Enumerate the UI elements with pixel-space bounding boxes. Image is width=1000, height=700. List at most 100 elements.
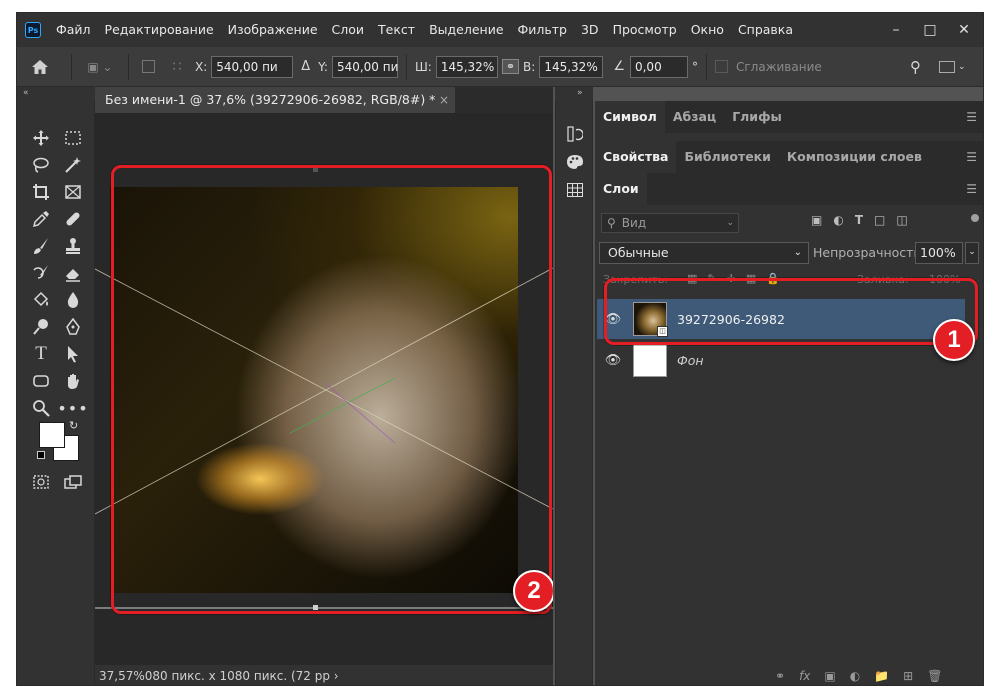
canvas-area[interactable]: 2 (95, 113, 553, 665)
menu-3d[interactable]: 3D (574, 13, 606, 47)
layers-panel-tabs: Слои ☰ (595, 173, 983, 205)
menu-select[interactable]: Выделение (422, 13, 510, 47)
zoom-tool-icon[interactable] (30, 397, 52, 419)
menu-image[interactable]: Изображение (221, 13, 325, 47)
opacity-field[interactable]: 100% (915, 242, 963, 264)
layer-row[interactable]: 👁 Фон (597, 340, 965, 380)
panel-menu-icon[interactable]: ☰ (966, 182, 977, 196)
menu-help[interactable]: Справка (731, 13, 800, 47)
path-selection-icon[interactable] (62, 343, 84, 365)
link-layers-icon[interactable]: ⚭ (775, 669, 785, 683)
foreground-color-swatch[interactable] (39, 422, 65, 448)
antialias-checkbox[interactable] (714, 47, 728, 87)
new-layer-icon[interactable]: ⊞ (903, 669, 913, 683)
fx-icon[interactable]: fx (799, 669, 810, 683)
lasso-tool-icon[interactable] (30, 154, 52, 176)
adjustment-layer-icon[interactable]: ◐ (850, 669, 860, 683)
more-tools-icon[interactable]: ••• (57, 397, 87, 419)
opacity-dropdown-icon[interactable]: ⌄ (965, 242, 979, 264)
minipanel-collapse-icon[interactable]: » (555, 87, 593, 101)
close-document-icon[interactable]: × (439, 87, 449, 113)
eyedropper-icon[interactable] (30, 208, 52, 230)
menu-file[interactable]: Файл (49, 13, 98, 47)
maximize-icon[interactable]: □ (913, 13, 947, 47)
reference-checkbox[interactable] (137, 47, 159, 87)
reference-point-icon[interactable]: ▣ ⌄ (80, 47, 120, 87)
menu-type[interactable]: Текст (371, 13, 422, 47)
eraser-tool-icon[interactable] (62, 262, 84, 284)
menu-bar: Ps Файл Редактирование Изображение Слои … (17, 13, 983, 47)
filter-type-icon[interactable]: T (855, 213, 863, 227)
tab-libraries[interactable]: Библиотеки (676, 141, 778, 173)
visibility-eye-icon[interactable]: 👁 (603, 353, 623, 368)
workspace-icon[interactable]: ⌄ (939, 47, 966, 87)
filter-shape-icon[interactable]: □ (874, 213, 885, 227)
menu-edit[interactable]: Редактирование (98, 13, 221, 47)
dodge-tool-icon[interactable] (30, 316, 52, 338)
photoshop-logo-icon: Ps (25, 22, 41, 38)
quick-mask-icon[interactable] (30, 471, 52, 493)
tab-character[interactable]: Символ (595, 101, 665, 133)
angle-field[interactable]: 0,00 (629, 55, 688, 78)
brush-tool-icon[interactable] (30, 235, 52, 257)
filter-adjustment-icon[interactable]: ◐ (833, 213, 843, 227)
new-group-icon[interactable]: 📁 (874, 669, 889, 683)
pen-tool-icon[interactable] (62, 316, 84, 338)
blend-mode-select[interactable]: Обычные ⌄ (599, 242, 809, 264)
delete-layer-icon[interactable]: 🗑 (927, 669, 942, 683)
menu-window[interactable]: Окно (684, 13, 731, 47)
width-field[interactable]: 145,32% (435, 55, 498, 78)
x-position-field[interactable]: 540,00 пи (211, 55, 294, 78)
menu-filter[interactable]: Фильтр (511, 13, 574, 47)
height-field[interactable]: 145,32% (539, 55, 604, 78)
menu-view[interactable]: Просмотр (606, 13, 684, 47)
link-icon[interactable]: ⚭ (501, 47, 520, 87)
home-icon[interactable] (17, 47, 63, 87)
screen-mode-icon[interactable] (62, 471, 84, 493)
opacity-label: Непрозрачность: (813, 245, 926, 260)
tab-properties[interactable]: Свойства (595, 141, 677, 173)
history-brush-icon[interactable] (30, 262, 52, 284)
filter-smart-icon[interactable]: ◫ (896, 213, 907, 227)
tab-paragraph[interactable]: Абзац (665, 101, 724, 133)
color-palette-icon[interactable] (564, 151, 586, 173)
marquee-tool-icon[interactable] (62, 127, 84, 149)
healing-brush-icon[interactable] (62, 208, 84, 230)
search-icon: ⚲ (607, 216, 616, 230)
tab-layer-comps[interactable]: Композиции слоев (779, 141, 930, 173)
blur-tool-icon[interactable] (62, 289, 84, 311)
delta-icon[interactable]: Δ (301, 47, 310, 87)
filter-toggle-icon[interactable] (971, 214, 979, 222)
tools-collapse-icon[interactable]: « (17, 87, 95, 101)
tab-glyphs[interactable]: Глифы (724, 101, 790, 133)
document-tab[interactable]: Без имени-1 @ 37,6% (39272906-26982, RGB… (95, 87, 455, 113)
magic-wand-icon[interactable] (62, 154, 84, 176)
add-mask-icon[interactable]: ▣ (824, 669, 835, 683)
default-colors-icon[interactable] (37, 451, 45, 459)
hand-tool-icon[interactable] (62, 370, 84, 392)
menu-layer[interactable]: Слои (325, 13, 372, 47)
frame-tool-icon[interactable] (62, 181, 84, 203)
panel-menu-icon[interactable]: ☰ (966, 150, 977, 164)
history-panel-icon[interactable] (564, 123, 586, 145)
y-position-field[interactable]: 540,00 пи (331, 55, 398, 78)
close-icon[interactable]: ✕ (947, 13, 981, 47)
tab-layers[interactable]: Слои (595, 173, 647, 205)
minimize-icon[interactable]: – (879, 13, 913, 47)
reference-grid-icon[interactable]: ∷ (159, 47, 195, 87)
filter-pixel-icon[interactable]: ▣ (811, 213, 822, 227)
paint-bucket-icon[interactable] (30, 289, 52, 311)
status-zoom[interactable]: 37,57% (99, 669, 145, 683)
stamp-tool-icon[interactable] (62, 235, 84, 257)
layer-filter-select[interactable]: ⚲ Вид ⌄ (601, 213, 739, 233)
layer-name[interactable]: Фон (677, 353, 704, 368)
panel-menu-icon[interactable]: ☰ (966, 110, 977, 124)
move-tool-icon[interactable] (30, 127, 52, 149)
swap-colors-icon[interactable]: ↻ (69, 419, 78, 432)
type-tool-icon[interactable]: T (30, 343, 52, 365)
status-doc-info[interactable]: 080 пикс. x 1080 пикс. (72 pp › (145, 669, 339, 683)
crop-tool-icon[interactable] (30, 181, 52, 203)
search-icon[interactable]: ⚲ (910, 47, 921, 87)
swatches-grid-icon[interactable] (564, 179, 586, 201)
rectangle-tool-icon[interactable] (30, 370, 52, 392)
